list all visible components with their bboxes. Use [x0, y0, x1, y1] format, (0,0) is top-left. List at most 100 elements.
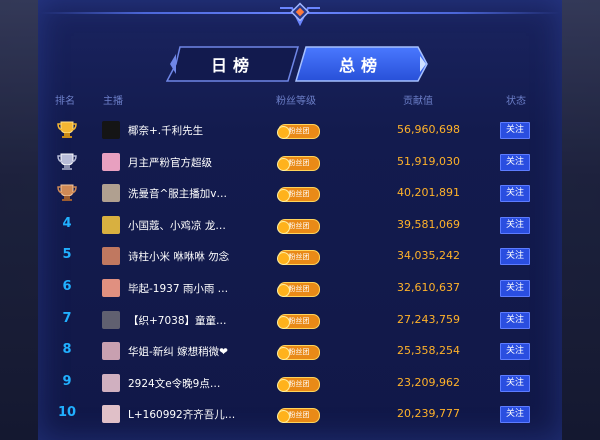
table-row: 10 L+160992齐齐吾儿… 粉丝团 20,239,777 关注 [40, 400, 560, 430]
avatar[interactable] [102, 247, 120, 266]
anchor-name[interactable]: 洗曼音^服主播加v… [128, 186, 278, 201]
bronze-trophy-icon [57, 184, 77, 202]
anchor-name[interactable]: L+160992齐齐吾儿… [128, 407, 278, 422]
anchor-name[interactable]: 小国蔻、小鸡凉 龙… [128, 218, 278, 233]
fan-level-badge: 粉丝团 [277, 282, 320, 297]
anchor-name[interactable]: 椰奈+.千利先生 [128, 123, 278, 138]
table-row: 5 诗柱小米 咻咻咻 勿念 粉丝团 34,035,242 关注 [40, 242, 560, 272]
gold-trophy-icon [57, 121, 77, 138]
follow-button[interactable]: 关注 [500, 153, 530, 171]
contribution-score: 25,358,254 [397, 344, 460, 358]
fan-badge-icon [277, 252, 290, 266]
fan-level-badge: 粉丝团 [277, 124, 320, 139]
table-row: 9 2924文e令晚9点… 粉丝团 23,209,962 关注 [40, 369, 560, 399]
contribution-score: 56,960,698 [397, 123, 460, 136]
avatar[interactable] [102, 215, 120, 234]
fan-level-badge: 粉丝团 [277, 376, 320, 392]
table-row: 4 小国蔻、小鸡凉 龙… 粉丝团 39,581,069 关注 [40, 211, 560, 241]
avatar[interactable] [102, 310, 120, 329]
anchor-name[interactable]: 2924文e令晚9点… [128, 376, 278, 391]
contribution-score: 20,239,777 [397, 407, 460, 421]
fan-level-badge: 粉丝团 [277, 187, 320, 203]
fan-level-badge: 粉丝团 [277, 313, 320, 329]
rank-number: 10 [57, 405, 77, 421]
avatar[interactable] [102, 405, 120, 424]
fan-level-badge: 粉丝团 [277, 155, 320, 171]
fan-badge-icon [277, 220, 290, 234]
fan-badge-label: 粉丝团 [288, 253, 310, 262]
fan-badge-label: 粉丝团 [288, 379, 310, 388]
follow-button[interactable]: 关注 [500, 343, 530, 361]
fan-badge-label: 粉丝团 [288, 411, 310, 420]
crest-emblem-icon [280, 2, 320, 26]
anchor-name[interactable]: 毕起-1937 雨小雨 … [128, 281, 278, 296]
fan-badge-label: 粉丝团 [288, 285, 310, 293]
rank-number: 6 [62, 279, 72, 294]
col-rank: 排名 [55, 96, 75, 107]
avatar[interactable] [102, 121, 120, 139]
contribution-score: 32,610,637 [397, 281, 460, 294]
rank-number: 4 [62, 215, 72, 231]
follow-button[interactable]: 关注 [500, 122, 530, 139]
contribution-score: 27,243,759 [397, 312, 460, 326]
follow-button[interactable]: 关注 [500, 406, 530, 424]
fan-badge-icon [277, 410, 290, 424]
table-header: 排名 主播 粉丝等级 贡献值 状态 [0, 88, 600, 108]
rank-number: 7 [62, 310, 72, 326]
avatar[interactable] [102, 152, 120, 171]
col-fan-level: 粉丝等级 [276, 96, 316, 107]
fan-badge-label: 粉丝团 [288, 158, 310, 167]
avatar[interactable] [102, 342, 120, 361]
follow-button[interactable]: 关注 [500, 374, 530, 392]
follow-button[interactable]: 关注 [500, 248, 530, 266]
table-row: 6 毕起-1937 雨小雨 … 粉丝团 32,610,637 关注 [40, 274, 560, 304]
anchor-name[interactable]: 月主严粉官方超级 [128, 155, 278, 170]
contribution-score: 23,209,962 [397, 375, 460, 389]
tab-total-label: 总榜 [338, 56, 383, 75]
avatar[interactable] [102, 373, 120, 392]
rank-number: 8 [62, 342, 72, 358]
follow-button[interactable]: 关注 [500, 280, 530, 297]
fan-badge-icon [277, 347, 290, 361]
table-row: 2 月主严粉官方超级 粉丝团 51,919,030 关注 [40, 148, 560, 178]
fan-badge-icon [277, 315, 290, 329]
anchor-name[interactable]: 【织+7038】童童… [128, 313, 278, 328]
tab-day-label: 日榜 [210, 56, 255, 75]
fan-badge-label: 粉丝团 [288, 190, 310, 199]
fan-level-badge: 粉丝团 [277, 250, 320, 266]
decorative-right-border [558, 0, 600, 440]
anchor-name[interactable]: 诗柱小米 咻咻咻 勿念 [128, 249, 278, 264]
follow-button[interactable]: 关注 [500, 311, 530, 329]
anchor-name[interactable]: 华姐-新纠 嫁想稍微❤ [128, 344, 278, 359]
contribution-score: 39,581,069 [397, 217, 460, 231]
fan-badge-icon [277, 157, 290, 171]
tab-total[interactable]: 总榜 [294, 46, 428, 82]
contribution-score: 34,035,242 [397, 249, 460, 263]
follow-button[interactable]: 关注 [500, 216, 530, 234]
col-status: 状态 [506, 96, 526, 107]
rank-number: 9 [62, 373, 72, 389]
contribution-score: 51,919,030 [397, 154, 460, 168]
table-row: 3 洗曼音^服主播加v… 粉丝团 40,201,891 关注 [40, 179, 560, 209]
fan-badge-icon [277, 378, 290, 392]
fan-badge-label: 粉丝团 [288, 221, 310, 230]
fan-badge-label: 粉丝团 [288, 348, 310, 357]
col-score: 贡献值 [403, 96, 433, 107]
table-row: 1 椰奈+.千利先生 粉丝团 56,960,698 关注 [40, 116, 560, 146]
contribution-score: 40,201,891 [397, 186, 460, 200]
fan-level-badge: 粉丝团 [277, 408, 320, 424]
ranking-tabs: 日榜 总榜 [166, 46, 428, 82]
fan-badge-icon [277, 126, 290, 139]
follow-button[interactable]: 关注 [500, 185, 530, 203]
avatar[interactable] [102, 184, 120, 203]
decorative-left-border [0, 0, 42, 440]
avatar[interactable] [102, 279, 120, 297]
tab-day[interactable]: 日榜 [166, 46, 300, 82]
table-row: 8 华姐-新纠 嫁想稍微❤ 粉丝团 25,358,254 关注 [40, 337, 560, 367]
table-row: 7 【织+7038】童童… 粉丝团 27,243,759 关注 [40, 306, 560, 336]
fan-level-badge: 粉丝团 [277, 218, 320, 234]
leaderboard-stage: 日榜 总榜 排名 主播 粉丝等级 贡献值 状态 椰奈+.千利先生 粉丝团 56,… [0, 0, 600, 440]
fan-badge-label: 粉丝团 [288, 127, 310, 135]
fan-badge-label: 粉丝团 [288, 316, 310, 325]
fan-badge-icon [277, 189, 290, 203]
